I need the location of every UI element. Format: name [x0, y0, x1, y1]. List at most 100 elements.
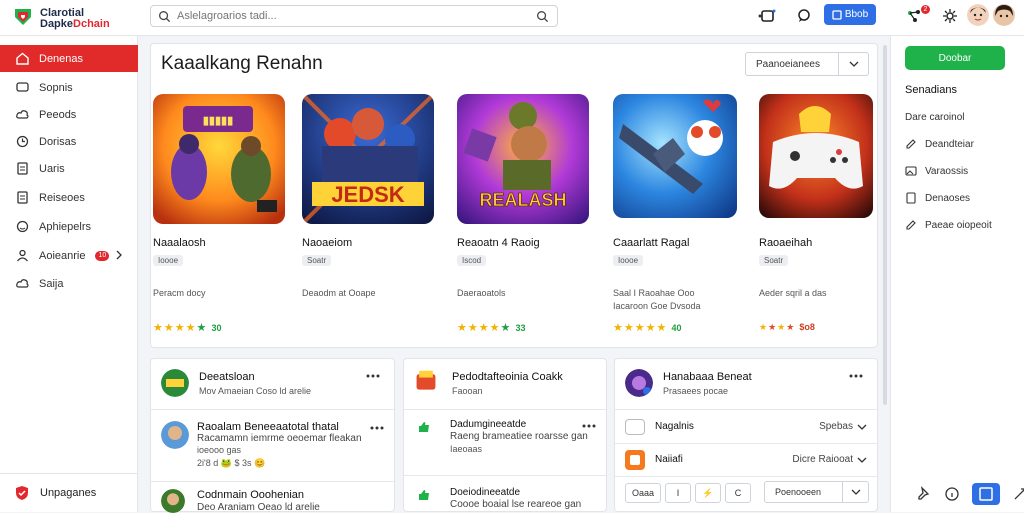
info-icon[interactable]	[944, 486, 960, 502]
sidebar-item-messages[interactable]: Sopnis	[0, 74, 138, 101]
sidebar-item-label: Saija	[39, 277, 64, 290]
panel-item[interactable]: Deandteiar	[905, 138, 974, 150]
scrollbar[interactable]	[883, 45, 887, 405]
list-item[interactable]: Dadumgineeatde Raeng brameatiee roarsse …	[414, 419, 596, 459]
edit-icon	[906, 139, 916, 149]
sidebar-item-apps[interactable]: Aphiepelrs	[0, 213, 138, 240]
user-icon	[17, 249, 28, 262]
search-bar[interactable]	[150, 5, 558, 27]
game-cover-image[interactable]: JEDSK	[302, 94, 434, 224]
panel-item[interactable]: Denaoses	[905, 192, 970, 204]
sidebar-item-cloud[interactable]: Peeods	[0, 101, 138, 128]
footer-button[interactable]: C	[725, 483, 751, 503]
star-icon: ★	[759, 322, 769, 332]
avatar[interactable]	[414, 369, 438, 393]
sidebar-footer-label: Unpaganes	[40, 487, 97, 499]
window-icon[interactable]	[760, 8, 776, 24]
game-cover-image[interactable]	[759, 94, 873, 218]
sidebar-item-support[interactable]: Saija	[0, 270, 138, 297]
comment-text: Deo Araniam Oeao ld arelie	[197, 502, 320, 513]
post-author[interactable]: Pedodtafteoinia Coakk	[452, 371, 563, 383]
sidebar-item-home[interactable]: Denenas	[0, 45, 138, 72]
panel-item[interactable]: Dare caroinol	[905, 112, 964, 123]
header-primary-button[interactable]: Bbob	[824, 4, 876, 25]
game-description: Saal I Raoahae Ooo Iacaroon Goe Dvsoda	[613, 287, 701, 313]
list-item[interactable]: Doeiodineeatde Coooe boaial lse reareoe …	[414, 487, 596, 513]
game-cover-image[interactable]	[613, 94, 737, 218]
setting-row[interactable]: Nagalnis Spebas	[625, 417, 867, 443]
chat-icon[interactable]	[796, 8, 812, 24]
game-tile[interactable]: REALASH Reaoatn 4 Raoig Iscod Daeraoatol…	[457, 94, 589, 334]
game-tile[interactable]: ▮▮▮▮▮ Naaalaosh Ioooe Peracm docy ★★★★★ …	[153, 94, 285, 334]
pin-icon[interactable]	[916, 486, 932, 502]
chevron-down-icon[interactable]	[857, 456, 867, 464]
setting-row[interactable]: Naiiafi Dicre Raiooat	[625, 450, 867, 476]
game-rating: ★★★★★ 40	[613, 321, 681, 334]
app-icon	[625, 450, 645, 470]
game-tile[interactable]: Raoaeihah Soatr Aeder sqril a das ★★★★ $…	[759, 94, 891, 332]
divider	[151, 481, 394, 482]
panel-item[interactable]: Varaossis	[905, 165, 968, 177]
sidebar-item-label: Aphiepelrs	[39, 220, 91, 233]
avatar[interactable]	[161, 421, 189, 449]
game-cover-image[interactable]: REALASH	[457, 94, 589, 224]
list-item-meta: Iaeoaas	[450, 444, 483, 454]
more-options-icon[interactable]	[366, 373, 380, 379]
avatar[interactable]	[625, 369, 653, 397]
comment-text: ioeooo gas	[197, 445, 242, 455]
comment-author[interactable]: Codnmain Ooohenian	[197, 489, 304, 501]
sidebar-item-users[interactable]: Aoieanrie 10	[0, 242, 138, 269]
logo-title-part2: Dchain	[73, 18, 110, 30]
list-item-title: Dadumgineeatde	[450, 419, 527, 430]
secondary-avatar[interactable]	[993, 4, 1015, 26]
sidebar-item-label: Peeods	[39, 108, 77, 121]
layout-icon[interactable]	[972, 483, 1000, 505]
expand-icon[interactable]	[1012, 486, 1024, 502]
emoji-icon	[16, 220, 29, 233]
edit-icon	[906, 220, 916, 230]
footer-button[interactable]: Oaaa	[625, 483, 661, 503]
toggle-checkbox[interactable]	[625, 419, 645, 435]
app-logo[interactable]: Clarotial DapkeDchain	[12, 6, 132, 30]
game-cover-image[interactable]: ▮▮▮▮▮	[153, 94, 285, 224]
footer-button[interactable]: ⚡	[695, 483, 721, 503]
sort-dropdown[interactable]: Paanoeianees	[745, 52, 869, 76]
footer-select-value: Poenooeen	[775, 487, 822, 497]
chevron-down-icon[interactable]	[857, 423, 867, 431]
primary-cta-button[interactable]: Doobar	[905, 46, 1005, 70]
post-author[interactable]: Hanabaaa Beneat	[663, 371, 752, 383]
comment-author[interactable]: Raoalam Beneeaatotal thatal	[197, 421, 339, 433]
search-input[interactable]	[177, 8, 517, 24]
avatar[interactable]	[161, 489, 185, 513]
thumbs-up-icon	[419, 490, 429, 500]
post-header: Deeatsloan Mov Amaeian Coso ld arelie	[161, 369, 384, 399]
sidebar-item-docs[interactable]: Uaris	[0, 155, 138, 182]
footer-select[interactable]: Poenooeen	[764, 481, 869, 503]
sidebar-item-history[interactable]: Dorisas	[0, 128, 138, 155]
footer-button[interactable]: I	[665, 483, 691, 503]
more-options-icon[interactable]	[582, 423, 596, 429]
game-tile[interactable]: JEDSK Naoaeiom Soatr Deaodm at Ooape	[302, 94, 434, 298]
sidebar-footer-item[interactable]: Unpaganes	[0, 473, 138, 512]
search-submit-icon[interactable]	[536, 10, 549, 23]
list-item-title: Doeiodineeatde	[450, 487, 521, 498]
document-icon	[17, 191, 28, 204]
avatar[interactable]	[161, 369, 189, 397]
more-options-icon[interactable]	[849, 373, 863, 379]
more-options-icon[interactable]	[370, 425, 384, 431]
list-item-text: Coooe boaial lse reareoe gan	[450, 499, 582, 510]
sidebar-item-reports[interactable]: Reiseoes	[0, 184, 138, 211]
game-tile[interactable]: Caaarlatt Ragal Ioooe Saal I Raoahae Ooo…	[613, 94, 745, 334]
post-author[interactable]: Deeatsloan	[199, 371, 255, 383]
settings-icon[interactable]	[942, 8, 958, 24]
share-icon[interactable]	[906, 8, 922, 24]
chevron-right-icon[interactable]	[114, 249, 124, 261]
panel-item[interactable]: Paeae oiopeoit	[905, 219, 992, 231]
divider	[404, 475, 606, 476]
user-avatar[interactable]	[967, 4, 989, 26]
game-rating: ★★★★ $o8	[759, 321, 815, 333]
star-icon: ★	[153, 322, 164, 334]
header-primary-button-label: Bbob	[844, 9, 869, 20]
game-tag: Ioooe	[153, 255, 184, 266]
panel-item-label: Denaoses	[925, 192, 971, 204]
